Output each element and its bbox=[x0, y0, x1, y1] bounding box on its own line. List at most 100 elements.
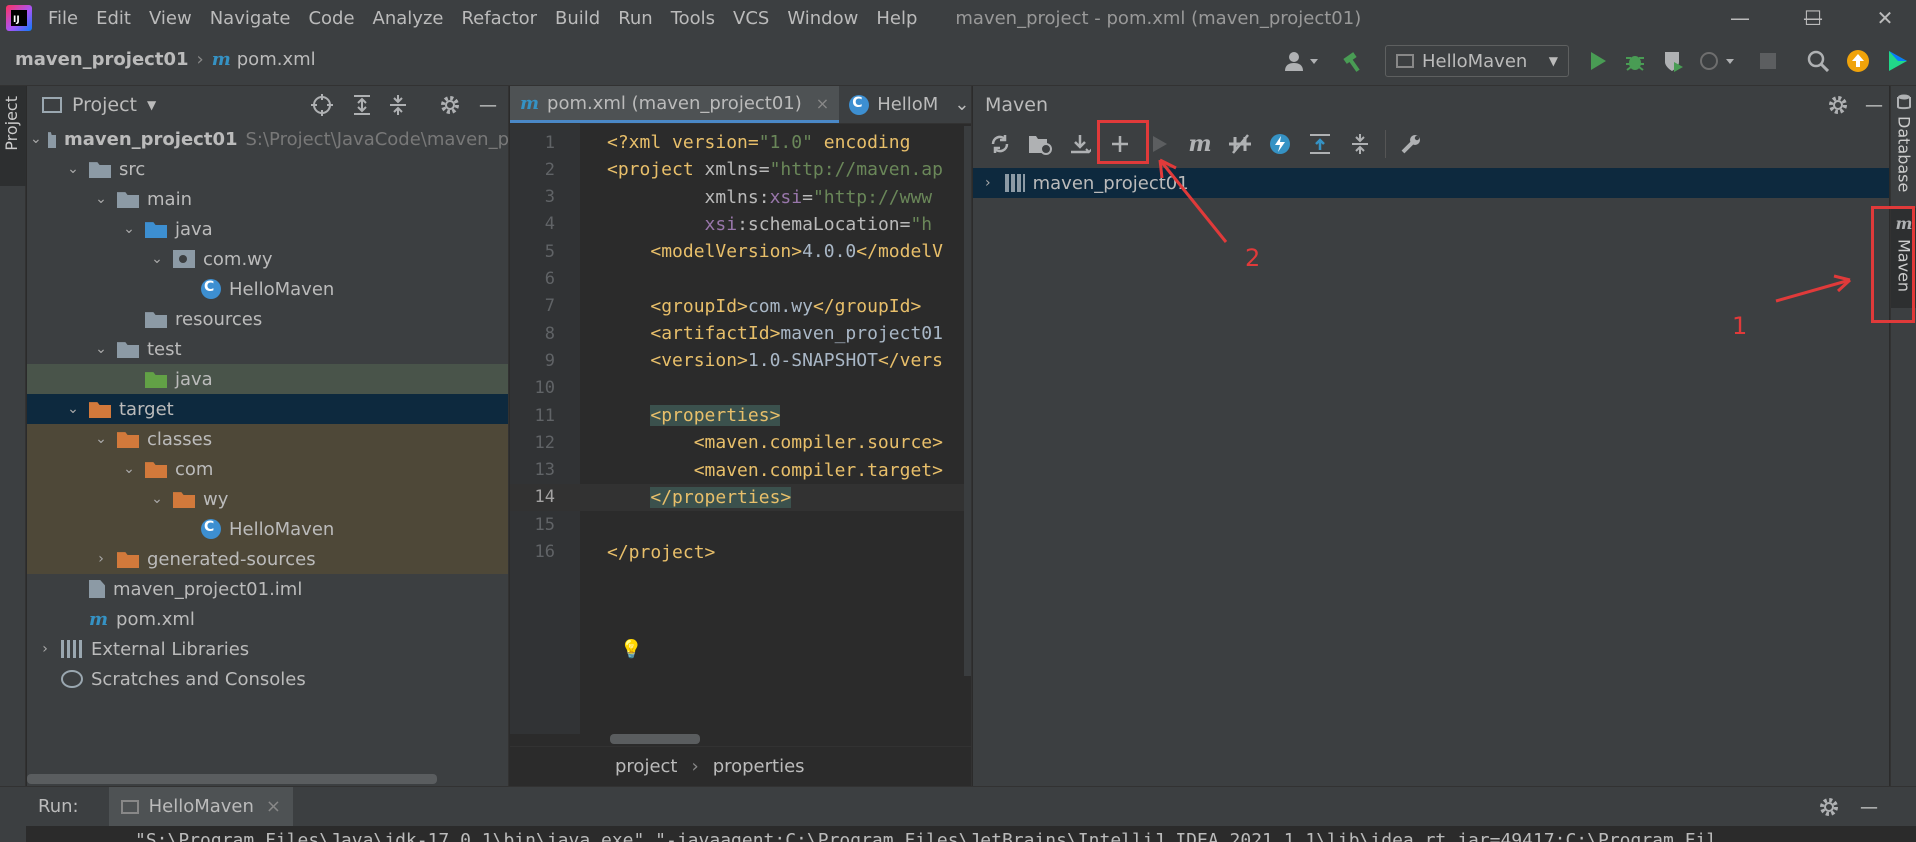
breadcrumb-item-project[interactable]: project bbox=[615, 756, 677, 777]
menu-code[interactable]: Code bbox=[308, 8, 354, 29]
debug-icon[interactable] bbox=[1622, 48, 1648, 74]
project-tree-item[interactable]: ⌄ wy bbox=[27, 484, 508, 514]
collapse-all-icon[interactable] bbox=[1345, 129, 1375, 159]
menu-vcs[interactable]: VCS bbox=[733, 8, 769, 29]
project-tree-item[interactable]: ⌄ com.wy bbox=[27, 244, 508, 274]
code-line[interactable]: 13 <maven.compiler.target> bbox=[510, 457, 971, 484]
profile-icon[interactable] bbox=[1697, 48, 1737, 74]
hide-panel-icon[interactable]: — bbox=[1856, 794, 1882, 820]
maven-project-row[interactable]: › maven_project01 bbox=[973, 168, 1889, 198]
code-line[interactable]: 15 bbox=[510, 511, 971, 538]
breadcrumb-project[interactable]: maven_project01 bbox=[15, 49, 189, 70]
chevron-right-icon[interactable]: › bbox=[985, 175, 991, 191]
project-tree-item[interactable]: ⌄ classes bbox=[27, 424, 508, 454]
project-tree-item[interactable]: ⌄ maven_project01 S:\Project\JavaCode\mave… bbox=[27, 124, 508, 154]
code-line[interactable]: 16 </project> bbox=[510, 539, 971, 566]
project-tree-item[interactable]: ⌄ target bbox=[27, 394, 508, 424]
menu-tools[interactable]: Tools bbox=[671, 8, 715, 29]
menu-view[interactable]: View bbox=[149, 8, 192, 29]
project-tree-item[interactable]: ⌄ main bbox=[27, 184, 508, 214]
gear-icon[interactable] bbox=[437, 92, 463, 118]
update-icon[interactable] bbox=[1845, 48, 1871, 74]
user-icon[interactable] bbox=[1280, 48, 1324, 74]
project-tree-item[interactable]: › External Libraries bbox=[27, 634, 508, 664]
chevron-down-icon[interactable]: ⌄ bbox=[30, 131, 42, 147]
menu-build[interactable]: Build bbox=[555, 8, 600, 29]
chevron-down-icon[interactable]: ⌄ bbox=[63, 161, 83, 177]
chevron-down-icon[interactable]: ⌄ bbox=[63, 401, 83, 417]
gear-icon[interactable] bbox=[1825, 92, 1851, 118]
gear-icon[interactable] bbox=[1816, 794, 1842, 820]
skip-tests-icon[interactable] bbox=[1265, 129, 1295, 159]
download-icon[interactable] bbox=[1065, 129, 1095, 159]
project-tree-item[interactable]: ⌄ src bbox=[27, 154, 508, 184]
maximize-button[interactable]: ☐ bbox=[1788, 0, 1838, 36]
tab-pom-xml[interactable]: m pom.xml (maven_project01) × bbox=[510, 86, 840, 123]
search-icon[interactable] bbox=[1805, 48, 1831, 74]
project-tree-item[interactable]: ⌄ test bbox=[27, 334, 508, 364]
code-line[interactable]: 7 <groupId>com.wy</groupId> bbox=[510, 293, 971, 320]
hide-panel-icon[interactable]: — bbox=[1861, 92, 1887, 118]
collapse-all-icon[interactable] bbox=[385, 92, 411, 118]
code-line[interactable]: 10 bbox=[510, 375, 971, 402]
database-tool-tab[interactable]: Database bbox=[1891, 94, 1916, 192]
project-panel-title[interactable]: Project bbox=[72, 94, 137, 116]
chevron-right-icon[interactable]: › bbox=[35, 641, 55, 657]
code-line[interactable]: 2 <project xmlns="http://maven.ap bbox=[510, 156, 971, 183]
close-window-button[interactable]: ✕ bbox=[1860, 0, 1910, 36]
menu-window[interactable]: Window bbox=[787, 8, 858, 29]
toolbox-icon[interactable] bbox=[1884, 48, 1910, 74]
run-icon[interactable] bbox=[1145, 129, 1175, 159]
show-dependencies-icon[interactable] bbox=[1305, 129, 1335, 159]
chevron-down-icon[interactable]: ▼ bbox=[147, 98, 156, 112]
chevron-down-icon[interactable]: ⌄ bbox=[91, 191, 111, 207]
menu-help[interactable]: Help bbox=[876, 8, 917, 29]
project-tree-item[interactable]: › generated-sources bbox=[27, 544, 508, 574]
execute-goal-icon[interactable]: m bbox=[1185, 129, 1215, 159]
code-line[interactable]: 8 <artifactId>maven_project01 bbox=[510, 320, 971, 347]
locate-icon[interactable] bbox=[309, 92, 335, 118]
project-tree-item[interactable]: ⌄ java bbox=[27, 214, 508, 244]
close-icon[interactable]: × bbox=[816, 94, 829, 113]
chevron-down-icon[interactable]: ⌄ bbox=[119, 221, 139, 237]
reload-icon[interactable] bbox=[985, 129, 1015, 159]
code-line[interactable]: 5 <modelVersion>4.0.0</modelV bbox=[510, 238, 971, 265]
project-tree-item[interactable]: m pom.xml bbox=[27, 604, 508, 634]
code-line[interactable]: 12 <maven.compiler.source> bbox=[510, 429, 971, 456]
run-configuration-select[interactable]: HelloMaven ▼ bbox=[1385, 45, 1569, 77]
code-line[interactable]: 4 xsi:schemaLocation="h bbox=[510, 211, 971, 238]
chevron-down-icon[interactable]: ⌄ bbox=[147, 251, 167, 267]
menu-analyze[interactable]: Analyze bbox=[373, 8, 444, 29]
horizontal-scrollbar[interactable] bbox=[27, 774, 437, 784]
code-line[interactable]: 11 <properties> bbox=[510, 402, 971, 429]
maven-settings-wrench-icon[interactable] bbox=[1396, 129, 1426, 159]
project-tree-item[interactable]: Scratches and Consoles bbox=[27, 664, 508, 694]
minimize-button[interactable]: — bbox=[1715, 0, 1765, 36]
vertical-scrollbar[interactable] bbox=[964, 126, 971, 676]
code-line[interactable]: 3 xmlns:xsi="http://www bbox=[510, 184, 971, 211]
tabs-more-button[interactable]: ⌄ bbox=[948, 86, 971, 123]
menu-file[interactable]: File bbox=[48, 8, 78, 29]
close-icon[interactable]: × bbox=[266, 796, 281, 817]
toggle-offline-icon[interactable] bbox=[1225, 129, 1255, 159]
run-tab-hellomaven[interactable]: HelloMaven × bbox=[108, 787, 294, 826]
menu-run[interactable]: Run bbox=[618, 8, 653, 29]
generate-sources-icon[interactable] bbox=[1025, 129, 1055, 159]
build-hammer-icon[interactable] bbox=[1340, 48, 1366, 74]
chevron-down-icon[interactable]: ⌄ bbox=[91, 341, 111, 357]
project-tree-item[interactable]: resources bbox=[27, 304, 508, 334]
chevron-down-icon[interactable]: ⌄ bbox=[119, 461, 139, 477]
menu-refactor[interactable]: Refactor bbox=[461, 8, 537, 29]
project-tree-item[interactable]: maven_project01.iml bbox=[27, 574, 508, 604]
project-tree-item[interactable]: HelloMaven bbox=[27, 514, 508, 544]
coverage-icon[interactable] bbox=[1660, 48, 1686, 74]
code-line[interactable]: 1 <?xml version="1.0" encoding bbox=[510, 129, 971, 156]
code-line[interactable]: 9 <version>1.0-SNAPSHOT</vers bbox=[510, 347, 971, 374]
project-tree-item[interactable]: ⌄ com bbox=[27, 454, 508, 484]
lightbulb-icon[interactable]: 💡 bbox=[620, 639, 642, 660]
chevron-down-icon[interactable]: ⌄ bbox=[147, 491, 167, 507]
tab-hellomaven[interactable]: HelloM bbox=[839, 86, 948, 123]
project-tool-tab[interactable]: Project bbox=[0, 86, 26, 186]
hide-panel-icon[interactable]: — bbox=[475, 92, 501, 118]
code-line[interactable]: 6 bbox=[510, 266, 971, 293]
